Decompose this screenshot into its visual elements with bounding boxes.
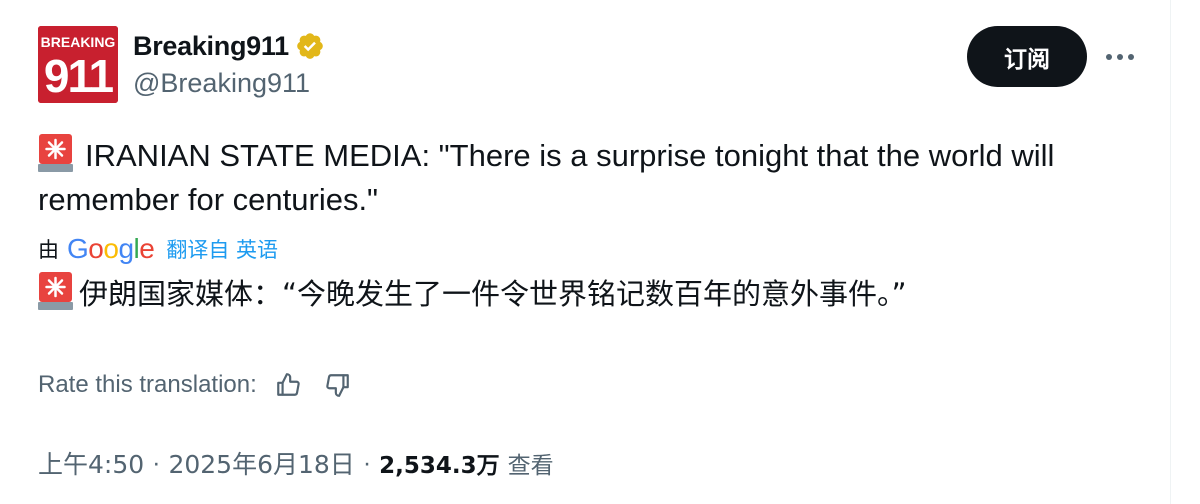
siren-emoji-icon (38, 134, 73, 172)
avatar-brand-text: BREAKING (41, 34, 116, 50)
views-count: 2,534.3万 (379, 453, 500, 479)
views-label: 查看 (507, 453, 554, 479)
rate-translation-label: Rate this translation: (38, 371, 257, 398)
avatar[interactable]: BREAKING 911 (38, 26, 118, 103)
user-handle[interactable]: @Breaking911 (133, 68, 325, 99)
rate-translation: Rate this translation: (38, 366, 373, 404)
tweet-header: BREAKING 911 Breaking911 @Breaking911 订阅 (38, 26, 1148, 106)
translated-from-link[interactable]: 翻译自 英语 (166, 234, 278, 264)
timeline-border (1170, 0, 1171, 504)
siren-emoji-icon (38, 272, 73, 310)
separator: · (362, 448, 372, 477)
translated-by-label: 由 (38, 238, 59, 262)
tweet-body: IRANIAN STATE MEDIA: "There is a surpris… (38, 138, 1055, 217)
avatar-number-text: 911 (44, 50, 114, 102)
verified-badge-icon[interactable] (295, 31, 325, 61)
separator: · (152, 448, 161, 477)
translation-attribution: 由 Google 翻译自 英语 (38, 232, 278, 266)
google-logo: Google (67, 233, 155, 264)
more-options-icon[interactable] (1098, 40, 1142, 74)
subscribe-button[interactable]: 订阅 (967, 26, 1087, 87)
tweet-metadata: 上午4:50 · 2025年6月18日 · 2,534.3万 查看 (38, 444, 554, 482)
thumbs-up-icon[interactable] (273, 370, 303, 400)
display-name[interactable]: Breaking911 (133, 31, 289, 62)
translated-body: 伊朗国家媒体：“今晚发生了一件令世界铭记数百年的意外事件。” (79, 277, 907, 311)
tweet-time[interactable]: 上午4:50 (38, 445, 144, 481)
name-row: Breaking911 (133, 28, 325, 64)
user-info: Breaking911 @Breaking911 (133, 28, 325, 99)
thumbs-down-icon[interactable] (323, 370, 353, 400)
tweet-date[interactable]: 2025年6月18日 (168, 445, 354, 481)
translated-text: 伊朗国家媒体：“今晚发生了一件令世界铭记数百年的意外事件。” (38, 272, 1148, 316)
tweet-text: IRANIAN STATE MEDIA: "There is a surpris… (38, 134, 1148, 222)
